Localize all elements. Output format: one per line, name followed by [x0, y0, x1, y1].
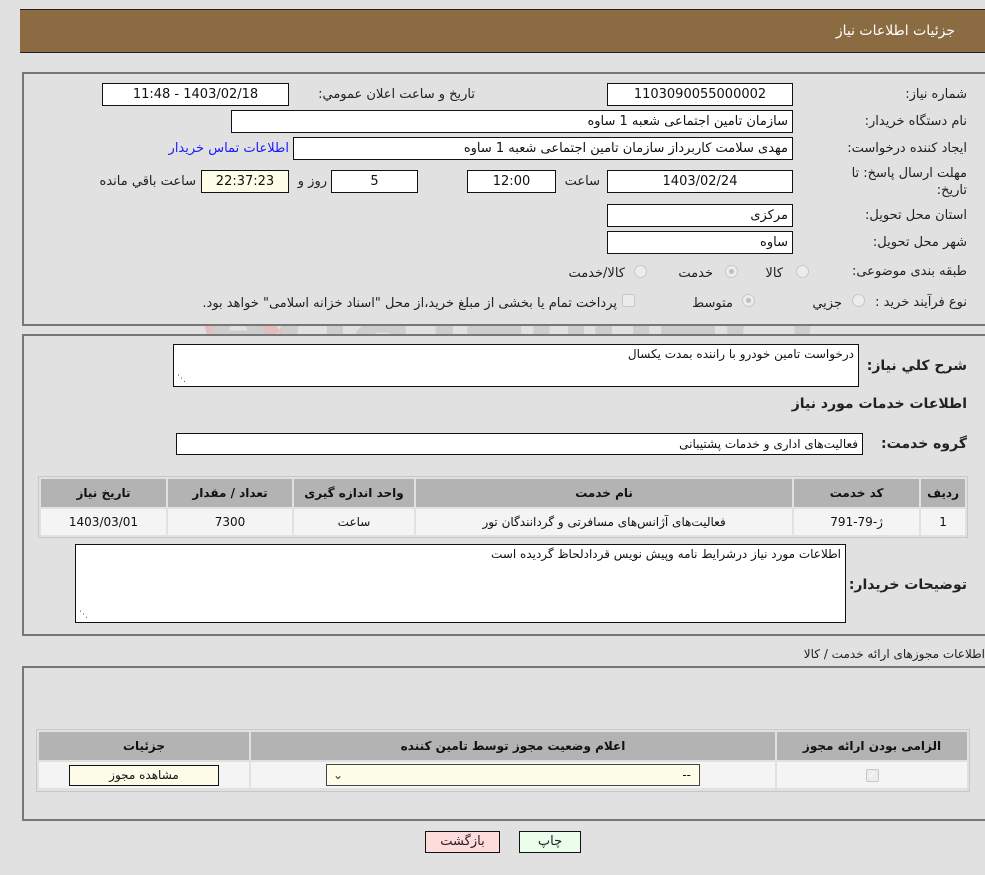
province-field[interactable]: مرکزی: [607, 204, 793, 227]
cell-row-number: 1: [921, 509, 965, 535]
col-unit: واحد اندازه گیری: [294, 479, 414, 507]
category-radio-goods[interactable]: [796, 265, 809, 278]
col-license-required: الزامی بودن ارائه مجوز: [777, 732, 967, 760]
cell-license-status: -- ⌄: [251, 762, 775, 788]
page-title: جزئیات اطلاعات نیاز: [835, 23, 955, 39]
back-button[interactable]: بازگشت: [425, 831, 500, 853]
licenses-heading: اطلاعات مجوزهای ارائه خدمت / کالا: [803, 647, 985, 661]
description-textarea[interactable]: درخواست تامین خودرو با راننده بمدت یکسال…: [173, 344, 859, 387]
col-license-status: اعلام وضعیت مجوز توسط تامین کننده: [251, 732, 775, 760]
days-label: روز و: [297, 174, 327, 189]
cell-license-required: ✓: [777, 762, 967, 788]
table-row: 1 ژ-79-791 فعالیت‌های آژانس‌های مسافرتی …: [41, 509, 965, 535]
creator-field[interactable]: مهدی سلامت کاربرداز سازمان تامین اجتماعی…: [293, 137, 793, 160]
category-label: طبقه بندی موضوعی:: [851, 264, 967, 279]
resize-grip-icon[interactable]: ⋰: [176, 374, 186, 384]
cell-service-code: ژ-79-791: [794, 509, 920, 535]
announce-datetime-field[interactable]: 1403/02/18 - 11:48: [102, 83, 289, 106]
buyer-org-label: نام دستگاه خریدار:: [864, 114, 967, 129]
deadline-date-field[interactable]: 1403/02/24: [607, 170, 793, 193]
service-group-label: گروه خدمت:: [881, 436, 967, 452]
process-radio-minor[interactable]: [852, 294, 865, 307]
deadline-label-line1: مهلت ارسال پاسخ: تا: [851, 166, 967, 181]
buyer-org-field[interactable]: سازمان تامین اجتماعی شعبه 1 ساوه: [231, 110, 793, 133]
remaining-time-field: 22:37:23: [201, 170, 289, 193]
category-option-service: خدمت: [678, 266, 713, 281]
services-heading: اطلاعات خدمات مورد نیاز: [791, 396, 967, 412]
resize-grip-icon[interactable]: ⋰: [78, 610, 88, 620]
creator-label: ایجاد کننده درخواست:: [847, 141, 967, 156]
cell-license-details: مشاهده مجوز: [39, 762, 249, 788]
treasury-checkbox[interactable]: [622, 294, 635, 307]
license-status-value: --: [682, 768, 691, 782]
treasury-note: پرداخت تمام یا بخشی از مبلغ خرید،از محل …: [202, 296, 617, 311]
service-group-field[interactable]: فعالیت‌های اداری و خدمات پشتیبانی: [176, 433, 863, 455]
chevron-down-icon[interactable]: ⌄: [333, 765, 343, 785]
cell-service-name: فعالیت‌های آژانس‌های مسافرتی و گردانندگا…: [416, 509, 793, 535]
buyer-notes-textarea[interactable]: اطلاعات مورد نیاز درشرایط نامه وپیش نویس…: [75, 544, 846, 623]
deadline-label-line2: تاریخ:: [936, 183, 967, 198]
category-radio-goods-service[interactable]: [634, 265, 647, 278]
description-text: درخواست تامین خودرو با راننده بمدت یکسال: [627, 347, 854, 361]
process-option-minor: جزيي: [812, 296, 842, 311]
days-remaining-field[interactable]: 5: [331, 170, 418, 193]
licenses-table: الزامی بودن ارائه مجوز اعلام وضعیت مجوز …: [37, 730, 969, 790]
announce-label: تاریخ و ساعت اعلان عمومي:: [318, 87, 475, 102]
license-status-select[interactable]: -- ⌄: [326, 764, 700, 786]
col-quantity: تعداد / مقدار: [168, 479, 292, 507]
license-required-checkbox[interactable]: ✓: [865, 769, 879, 782]
buyer-notes-text: اطلاعات مورد نیاز درشرایط نامه وپیش نویس…: [491, 547, 841, 561]
table-row: ✓ -- ⌄ مشاهده مجوز: [39, 762, 967, 788]
category-option-goods: کالا: [765, 266, 783, 281]
description-label: شرح کلي نیاز:: [866, 358, 967, 374]
need-number-label: شماره نیاز:: [905, 87, 967, 102]
need-number-field[interactable]: 1103090055000002: [607, 83, 793, 106]
city-label: شهر محل تحویل:: [872, 235, 967, 250]
process-option-medium: متوسط: [692, 296, 733, 311]
page-header: جزئیات اطلاعات نیاز: [20, 9, 985, 53]
cell-need-date: 1403/03/01: [41, 509, 166, 535]
services-table: ردیف کد خدمت نام خدمت واحد اندازه گیری ت…: [39, 477, 967, 537]
buyer-notes-label: توضیحات خریدار:: [848, 577, 967, 593]
licenses-table-wrapper: الزامی بودن ارائه مجوز اعلام وضعیت مجوز …: [36, 729, 970, 792]
cell-quantity: 7300: [168, 509, 292, 535]
services-table-header: ردیف کد خدمت نام خدمت واحد اندازه گیری ت…: [41, 479, 965, 507]
col-license-details: جزئیات: [39, 732, 249, 760]
col-service-name: نام خدمت: [416, 479, 793, 507]
process-label: نوع فرآیند خرید :: [875, 295, 967, 310]
print-button[interactable]: چاپ: [519, 831, 581, 853]
category-option-goods-service: کالا/خدمت: [568, 266, 625, 281]
process-radio-medium[interactable]: [742, 294, 755, 307]
buyer-contact-link[interactable]: اطلاعات تماس خریدار: [169, 141, 289, 156]
licenses-table-header: الزامی بودن ارائه مجوز اعلام وضعیت مجوز …: [39, 732, 967, 760]
deadline-time-label: ساعت: [564, 174, 600, 189]
category-radio-service[interactable]: [725, 265, 738, 278]
remaining-time-label: ساعت باقي مانده: [99, 174, 196, 189]
view-license-button[interactable]: مشاهده مجوز: [69, 764, 219, 786]
deadline-time-field[interactable]: 12:00: [467, 170, 556, 193]
col-row-number: ردیف: [921, 479, 965, 507]
city-field[interactable]: ساوه: [607, 231, 793, 254]
province-label: استان محل تحویل:: [865, 208, 967, 223]
cell-unit: ساعت: [294, 509, 414, 535]
col-need-date: تاریخ نیاز: [41, 479, 166, 507]
col-service-code: کد خدمت: [794, 479, 920, 507]
services-table-wrapper: ردیف کد خدمت نام خدمت واحد اندازه گیری ت…: [38, 476, 968, 538]
